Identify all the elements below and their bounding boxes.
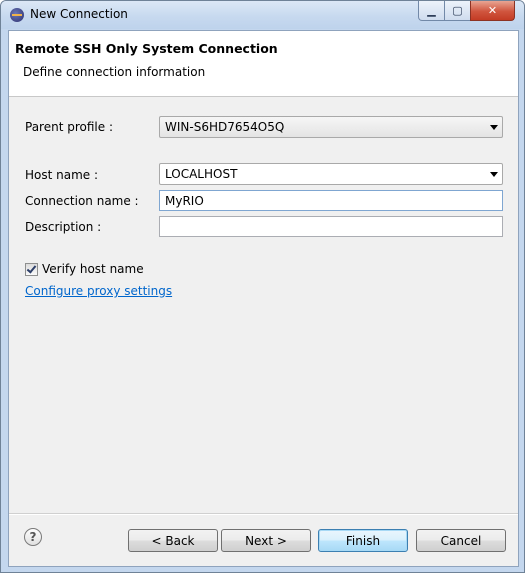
connection-name-input[interactable]: [159, 190, 503, 211]
chevron-down-icon: [490, 125, 498, 130]
back-button[interactable]: < Back: [128, 529, 218, 552]
minimize-icon: ▁: [427, 4, 436, 17]
description-input[interactable]: [159, 216, 503, 237]
title-bar[interactable]: New Connection ▁ ▢ ✕: [1, 1, 524, 29]
page-subtitle: Define connection information: [23, 65, 206, 79]
eclipse-icon: [10, 8, 24, 22]
description-label: Description :: [25, 220, 102, 234]
verify-host-label[interactable]: Verify host name: [42, 262, 144, 276]
chevron-down-icon: [490, 172, 498, 177]
configure-proxy-link[interactable]: Configure proxy settings: [25, 284, 172, 298]
finish-button[interactable]: Finish: [318, 529, 408, 552]
next-button[interactable]: Next >: [221, 529, 311, 552]
host-name-value: LOCALHOST: [165, 167, 238, 181]
dialog-body: Remote SSH Only System Connection Define…: [8, 30, 519, 567]
connection-name-label: Connection name :: [25, 194, 139, 208]
host-name-label: Host name :: [25, 168, 99, 182]
footer-divider: [9, 513, 518, 515]
help-icon[interactable]: ?: [24, 528, 42, 546]
host-name-combo[interactable]: LOCALHOST: [159, 163, 503, 185]
page-title: Remote SSH Only System Connection: [15, 41, 278, 56]
parent-profile-label: Parent profile :: [25, 120, 113, 134]
dialog-window: New Connection ▁ ▢ ✕ Remote SSH Only Sys…: [0, 0, 525, 573]
wizard-header: Remote SSH Only System Connection Define…: [9, 31, 518, 97]
close-icon: ✕: [487, 4, 498, 17]
cancel-button[interactable]: Cancel: [416, 529, 506, 552]
minimize-button[interactable]: ▁: [418, 1, 445, 21]
close-button[interactable]: ✕: [470, 1, 515, 21]
maximize-button[interactable]: ▢: [444, 1, 471, 21]
parent-profile-value: WIN-S6HD7654O5Q: [165, 120, 285, 134]
parent-profile-dropdown[interactable]: WIN-S6HD7654O5Q: [159, 116, 503, 138]
maximize-icon: ▢: [452, 4, 463, 17]
window-title: New Connection: [30, 7, 128, 21]
verify-host-checkbox[interactable]: [25, 263, 38, 276]
